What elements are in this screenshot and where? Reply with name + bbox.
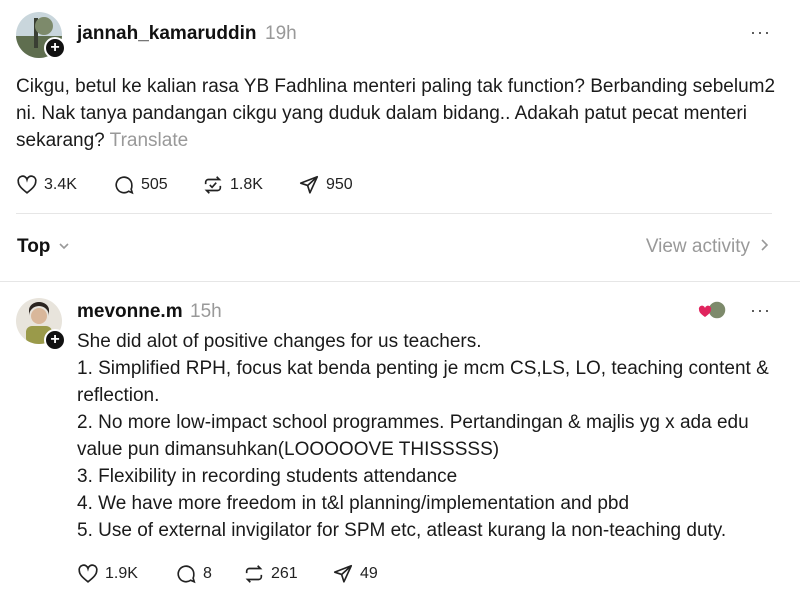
view-activity-label: View activity [645,236,750,257]
post-repost-button[interactable]: 1.8K [202,172,263,198]
post-share-button[interactable]: 950 [298,172,353,198]
post-like-button[interactable]: 3.4K [16,172,77,198]
reply-reply-button[interactable]: 8 [175,561,212,587]
reply-share-count: 49 [360,565,378,582]
follow-plus-icon[interactable]: + [44,329,66,351]
heart-icon [78,564,98,583]
follow-plus-icon[interactable]: + [44,37,66,59]
view-activity-link[interactable]: View activity [646,236,770,258]
send-icon [299,175,319,194]
comment-icon [177,565,196,584]
reply-line: 1. Simplified RPH, focus kat benda penti… [77,358,769,406]
post-share-count: 950 [326,176,353,193]
post-author-username[interactable]: jannah_kamaruddin [77,23,257,45]
post-timestamp: 19h [265,23,297,44]
repost-icon [204,176,222,194]
post-more-options-icon[interactable]: ··· [750,22,771,43]
post-divider [16,213,772,214]
reply-repost-count: 261 [271,565,298,582]
section-divider [0,281,800,282]
reply-like-button[interactable]: 1.9K [77,561,138,587]
chevron-right-icon [758,236,770,258]
sort-label: Top [17,236,51,257]
reply-share-button[interactable]: 49 [332,561,378,587]
reply-like-count: 1.9K [105,565,138,582]
sort-dropdown[interactable]: Top [17,236,70,258]
post-repost-count: 1.8K [230,176,263,193]
repost-icon [245,565,263,583]
reply-reply-count: 8 [203,565,212,582]
reply-line: 2. No more low-impact school programmes.… [77,412,749,460]
reply-line: She did alot of positive changes for us … [77,331,482,352]
reply-timestamp: 15h [190,301,222,322]
reply-line: 5. Use of external invigilator for SPM e… [77,520,727,541]
reply-more-options-icon[interactable]: ··· [750,300,771,321]
post-reply-count: 505 [141,176,168,193]
reply-repost-button[interactable]: 261 [243,561,298,587]
send-icon [333,564,353,583]
reply-text: She did alot of positive changes for us … [77,328,777,544]
reply-author-username[interactable]: mevonne.m [77,301,183,323]
reply-line: 3. Flexibility in recording students att… [77,466,458,487]
translate-link[interactable]: Translate [110,130,189,151]
post-reply-button[interactable]: 505 [113,172,168,198]
chevron-down-icon [58,240,70,255]
reply-line: 4. We have more freedom in t&l planning/… [77,493,630,514]
liked-by-author-indicator [698,300,728,322]
heart-icon [17,175,37,194]
post-like-count: 3.4K [44,176,77,193]
post-text: Cikgu, betul ke kalian rasa YB Fadhlina … [16,73,776,154]
comment-icon [115,176,134,195]
